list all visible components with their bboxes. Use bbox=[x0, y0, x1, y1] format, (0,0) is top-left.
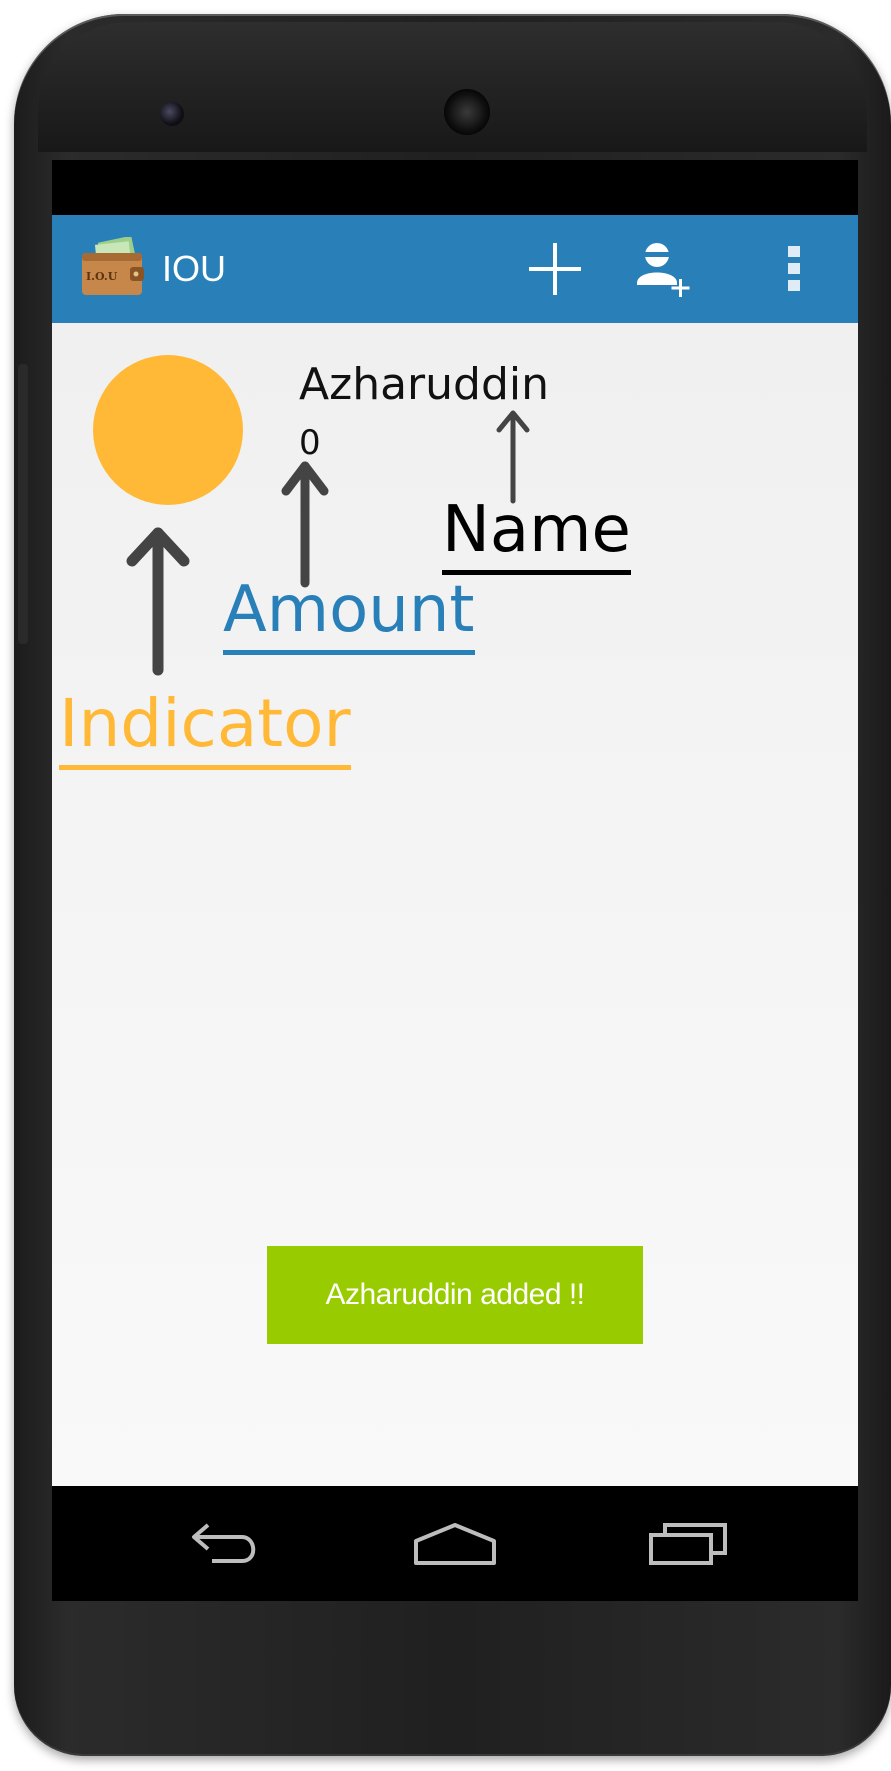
navigation-bar bbox=[52, 1486, 858, 1601]
toast-message: Azharuddin added !! bbox=[267, 1246, 643, 1344]
add-person-button[interactable] bbox=[627, 233, 699, 305]
status-bar bbox=[52, 160, 858, 215]
wallet-iou-icon: I.O.U bbox=[80, 235, 146, 299]
earpiece-speaker bbox=[444, 89, 490, 135]
home-icon bbox=[414, 1523, 496, 1565]
recent-apps-button[interactable] bbox=[639, 1506, 739, 1582]
indicator-callout-label: Indicator bbox=[59, 691, 351, 770]
person-name[interactable]: Azharuddin bbox=[299, 357, 549, 413]
add-person-icon bbox=[637, 243, 690, 297]
balance-indicator[interactable] bbox=[93, 355, 243, 505]
home-button[interactable] bbox=[405, 1506, 505, 1582]
phone-top-bezel bbox=[38, 22, 867, 152]
plus-icon bbox=[529, 243, 581, 295]
front-camera bbox=[160, 102, 184, 126]
app-title: IOU bbox=[162, 248, 227, 289]
overflow-menu-icon bbox=[788, 246, 800, 291]
device-screen: I.O.U IOU Azharuddin 0 Name Amount Indic… bbox=[52, 160, 858, 1486]
amount-arrow-icon bbox=[281, 461, 329, 588]
back-icon bbox=[192, 1523, 256, 1563]
svg-text:I.O.U: I.O.U bbox=[86, 270, 118, 283]
phone-side-button bbox=[18, 364, 28, 644]
recent-apps-icon bbox=[649, 1523, 727, 1565]
action-bar: I.O.U IOU bbox=[52, 215, 858, 323]
name-callout-label: Name bbox=[442, 498, 631, 575]
indicator-arrow-icon bbox=[126, 527, 190, 676]
add-button[interactable] bbox=[519, 233, 591, 305]
overflow-menu-button[interactable] bbox=[758, 233, 830, 305]
name-arrow-icon bbox=[496, 410, 530, 504]
main-content: Azharuddin 0 Name Amount Indicator Azhar… bbox=[52, 323, 858, 1486]
amount-callout-label: Amount bbox=[223, 578, 475, 655]
back-button[interactable] bbox=[176, 1506, 276, 1582]
person-amount: 0 bbox=[299, 423, 321, 463]
